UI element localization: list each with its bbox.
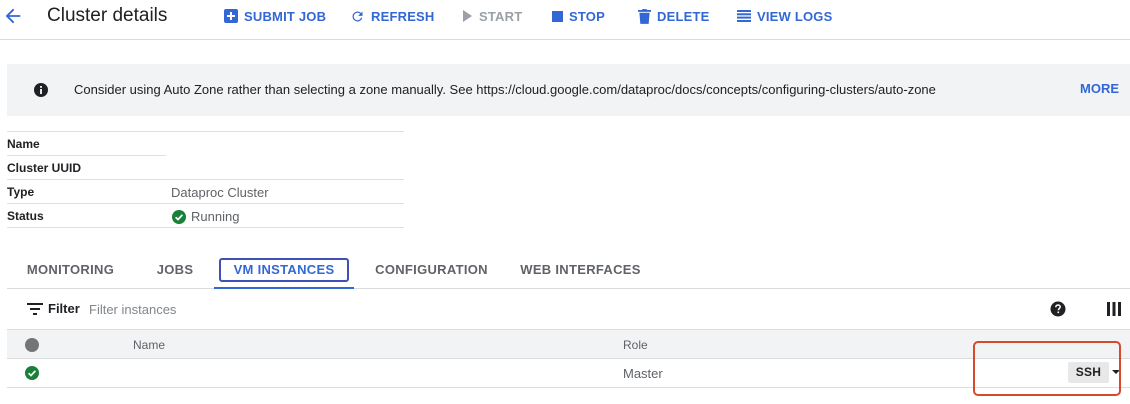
page-header: Cluster details SUBMIT JOB REFRESH START… xyxy=(0,0,1130,40)
divider xyxy=(7,227,404,228)
view-logs-button[interactable]: VIEW LOGS xyxy=(737,6,832,26)
filter-label: Filter xyxy=(48,301,80,316)
detail-row-uuid: Cluster UUID xyxy=(7,155,404,179)
list-icon xyxy=(737,10,751,22)
filter-bar: Filter xyxy=(7,290,1130,328)
table-row: Master SSH xyxy=(7,359,1130,388)
delete-button[interactable]: DELETE xyxy=(638,6,709,26)
info-icon xyxy=(34,83,48,97)
more-link[interactable]: MORE xyxy=(1080,81,1119,96)
refresh-label: REFRESH xyxy=(371,8,435,24)
status-value: Running xyxy=(172,209,239,224)
delete-label: DELETE xyxy=(657,8,710,24)
tab-monitoring[interactable]: MONITORING xyxy=(16,255,125,288)
instances-table-header: Name Role xyxy=(7,329,1130,359)
detail-row-type: Type Dataproc Cluster xyxy=(7,179,404,203)
check-circle-icon xyxy=(172,209,186,224)
tab-label: VM INSTANCES xyxy=(233,262,335,277)
start-button[interactable]: START xyxy=(461,6,522,26)
column-header-name[interactable]: Name xyxy=(133,338,165,352)
page-title: Cluster details xyxy=(47,5,168,26)
column-header-role[interactable]: Role xyxy=(623,338,648,352)
status-text: Running xyxy=(191,209,240,224)
check-circle-icon xyxy=(25,366,39,380)
banner-message: Consider using Auto Zone rather than sel… xyxy=(74,82,936,97)
trash-icon xyxy=(638,8,651,24)
tab-label: JOBS xyxy=(156,262,194,277)
ssh-button[interactable]: SSH xyxy=(1068,362,1109,383)
stop-button[interactable]: STOP xyxy=(552,6,605,26)
add-box-icon xyxy=(224,9,238,23)
detail-label: Cluster UUID xyxy=(7,161,82,175)
refresh-button[interactable]: REFRESH xyxy=(350,6,435,26)
start-label: START xyxy=(479,8,523,24)
cluster-details-table: Name Cluster UUID Type Dataproc Cluster … xyxy=(7,131,404,228)
detail-row-status: Status Running xyxy=(7,203,404,227)
help-icon[interactable] xyxy=(1050,301,1066,317)
tab-web-interfaces[interactable]: WEB INTERFACES xyxy=(518,255,643,288)
detail-label: Type xyxy=(7,185,35,199)
ssh-dropdown-icon[interactable] xyxy=(1112,370,1120,374)
tab-jobs[interactable]: JOBS xyxy=(145,255,205,288)
status-column-icon xyxy=(25,338,39,352)
tab-label: MONITORING xyxy=(26,262,115,277)
tab-configuration[interactable]: CONFIGURATION xyxy=(369,255,494,288)
stop-icon xyxy=(552,10,563,22)
tab-bar: MONITORING JOBS VM INSTANCES CONFIGURATI… xyxy=(7,255,1130,289)
play-icon xyxy=(463,10,472,22)
filter-icon[interactable] xyxy=(27,302,43,316)
tab-label: CONFIGURATION xyxy=(375,262,488,277)
submit-job-button[interactable]: SUBMIT JOB xyxy=(224,6,326,26)
tab-label: WEB INTERFACES xyxy=(520,262,641,277)
auto-zone-banner: Consider using Auto Zone rather than sel… xyxy=(7,64,1130,116)
detail-row-name: Name xyxy=(7,131,404,155)
tab-vm-instances[interactable]: VM INSTANCES xyxy=(214,255,354,289)
detail-value: Dataproc Cluster xyxy=(171,185,269,200)
refresh-icon xyxy=(352,10,363,21)
submit-job-label: SUBMIT JOB xyxy=(244,8,327,24)
view-logs-label: VIEW LOGS xyxy=(757,8,833,24)
detail-label: Name xyxy=(7,137,40,151)
detail-label: Status xyxy=(7,209,44,223)
stop-label: STOP xyxy=(569,8,605,24)
filter-input[interactable] xyxy=(89,298,389,320)
arrow-back-icon[interactable] xyxy=(2,5,24,27)
active-tab-underline xyxy=(214,287,354,289)
instance-role: Master xyxy=(623,366,663,381)
columns-icon[interactable] xyxy=(1107,302,1121,316)
